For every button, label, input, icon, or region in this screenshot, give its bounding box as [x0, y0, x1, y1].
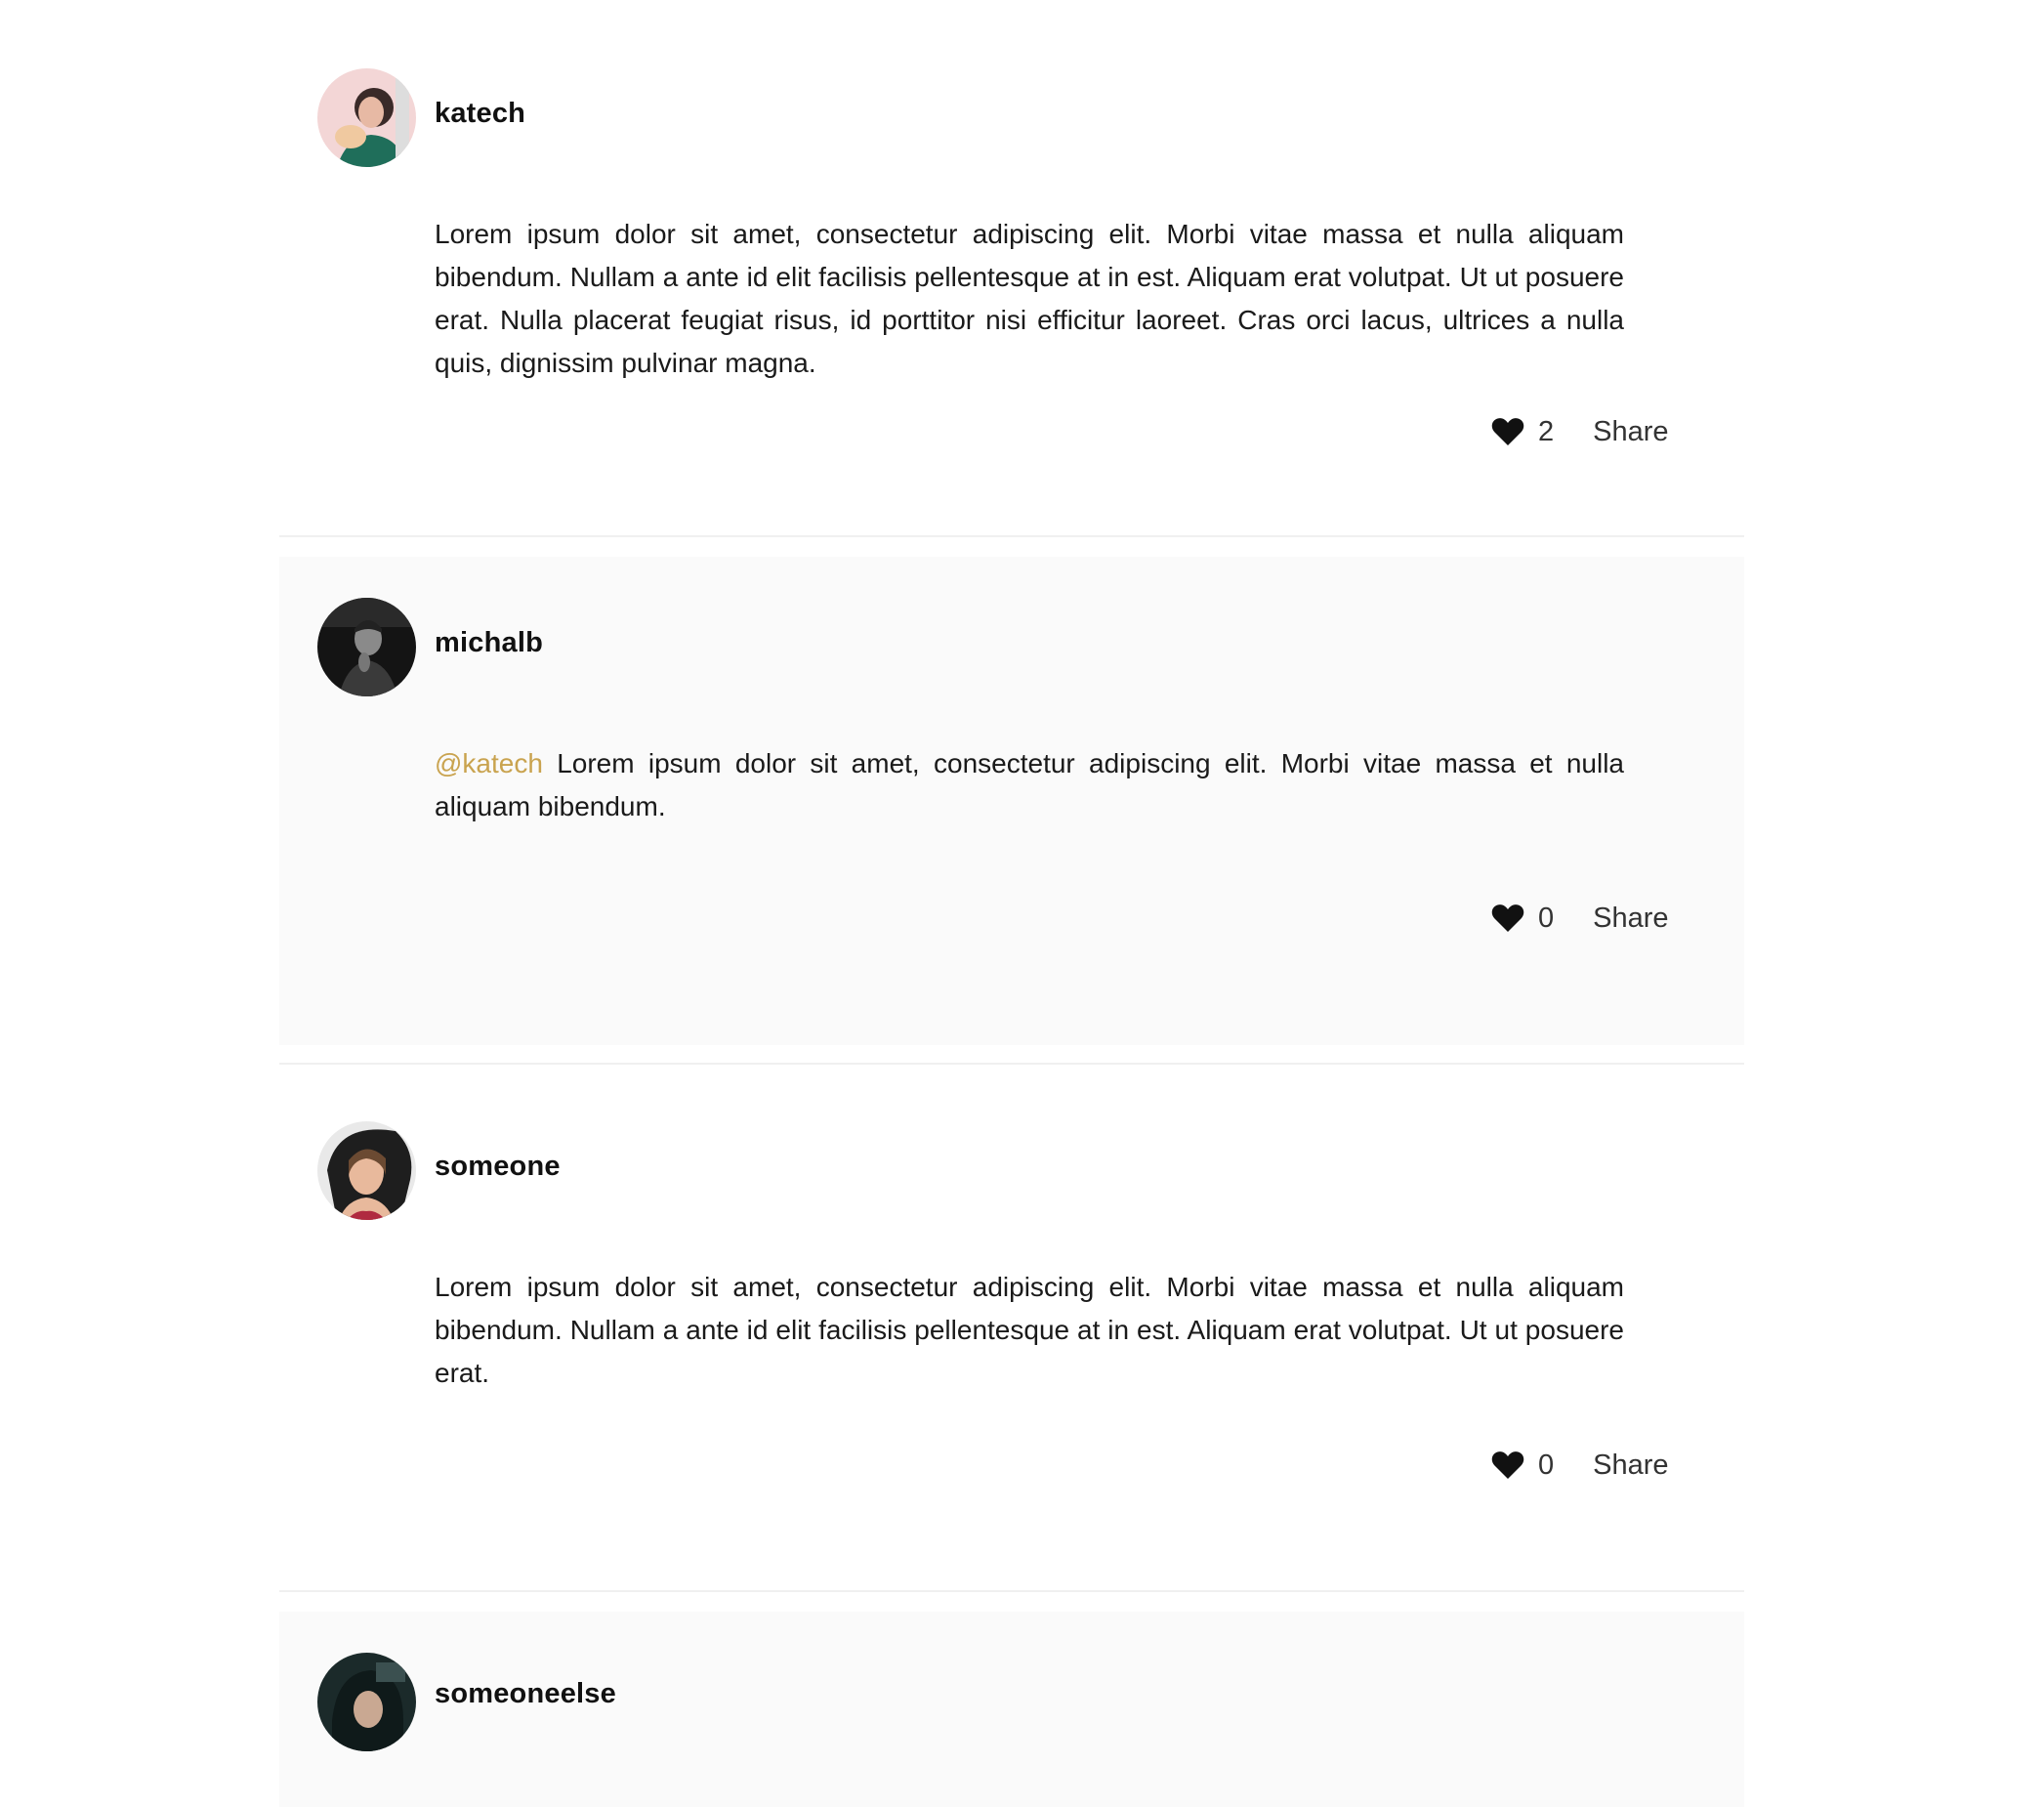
- like-count: 0: [1538, 1449, 1555, 1481]
- comment-actions: 0 Share: [1491, 899, 1669, 938]
- username[interactable]: katech: [435, 98, 525, 130]
- avatar[interactable]: [317, 1121, 416, 1220]
- like-count: 2: [1538, 415, 1555, 447]
- spacer: [279, 1045, 1744, 1063]
- avatar-photo-icon: [317, 1121, 416, 1220]
- comment-body: Lorem ipsum dolor sit amet, consectetur …: [435, 1272, 1624, 1388]
- heart-icon[interactable]: [1491, 1450, 1524, 1480]
- username[interactable]: michalb: [435, 627, 543, 659]
- avatar[interactable]: [317, 68, 416, 167]
- heart-icon[interactable]: [1491, 904, 1524, 933]
- comment-body: Lorem ipsum dolor sit amet, consectetur …: [435, 219, 1624, 378]
- share-button[interactable]: Share: [1593, 1450, 1668, 1482]
- avatar-photo-icon: [317, 1653, 416, 1751]
- spacer: [279, 1592, 1744, 1612]
- comment-item: someone Lorem ipsum dolor sit amet, cons…: [279, 1065, 1744, 1590]
- avatar[interactable]: [317, 1653, 416, 1751]
- like-count: 0: [1538, 902, 1555, 934]
- avatar-photo-icon: [317, 598, 416, 696]
- comment-feed: katech Lorem ipsum dolor sit amet, conse…: [279, 0, 1744, 1807]
- share-button[interactable]: Share: [1593, 416, 1668, 448]
- comment-actions: 0 Share: [1491, 1446, 1669, 1485]
- comment-item: katech Lorem ipsum dolor sit amet, conse…: [279, 0, 1744, 535]
- spacer: [279, 537, 1744, 557]
- comment-text: Lorem ipsum dolor sit amet, consectetur …: [435, 213, 1624, 385]
- mention-link[interactable]: @katech: [435, 748, 543, 778]
- comment-item: someoneelse: [279, 1612, 1744, 1807]
- username[interactable]: someoneelse: [435, 1678, 616, 1710]
- comment-body: Lorem ipsum dolor sit amet, consectetur …: [435, 748, 1624, 821]
- comment-item: michalb @katech Lorem ipsum dolor sit am…: [279, 557, 1744, 1045]
- comment-text: @katech Lorem ipsum dolor sit amet, cons…: [435, 742, 1624, 828]
- share-button[interactable]: Share: [1593, 903, 1668, 935]
- username[interactable]: someone: [435, 1151, 561, 1183]
- avatar[interactable]: [317, 598, 416, 696]
- comment-text: Lorem ipsum dolor sit amet, consectetur …: [435, 1266, 1624, 1395]
- heart-icon[interactable]: [1491, 417, 1524, 446]
- comment-actions: 2 Share: [1491, 412, 1669, 451]
- avatar-photo-icon: [317, 68, 416, 167]
